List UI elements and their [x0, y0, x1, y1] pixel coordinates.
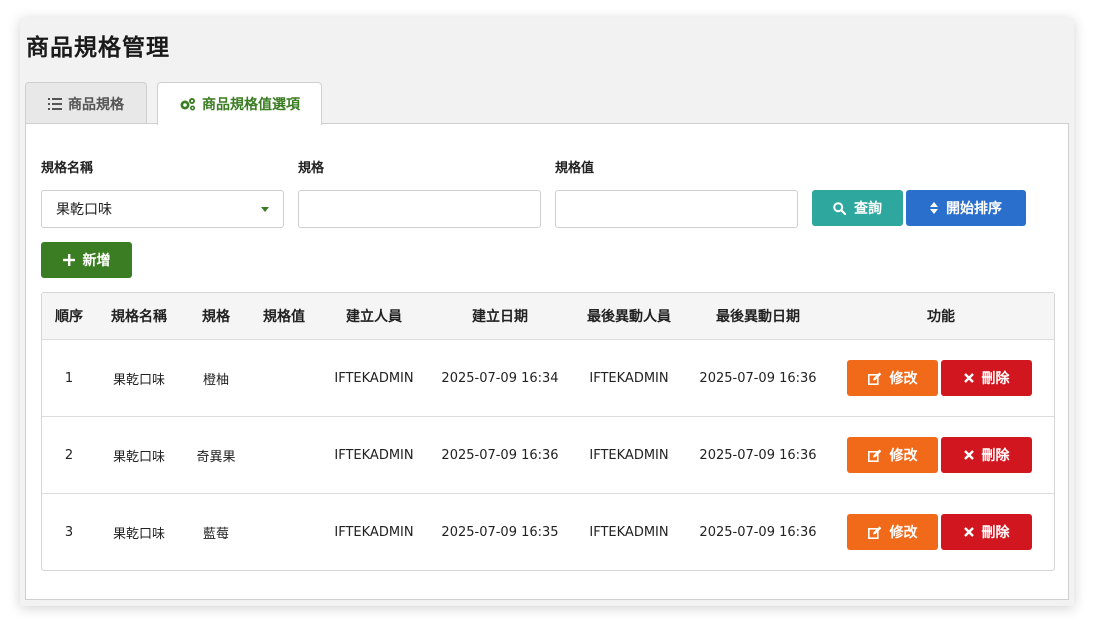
query-button[interactable]: 查詢 — [812, 190, 903, 226]
cell-order: 2 — [64, 447, 74, 463]
plus-icon — [62, 254, 75, 266]
table-header: 順序 規格名稱 規格 規格值 建立人員 建立日期 最後異動人員 最後異動日期 功… — [42, 293, 1054, 340]
sort-button[interactable]: 開始排序 — [906, 190, 1026, 226]
spec-name-select[interactable]: 果乾口味 — [41, 190, 284, 228]
table-row: 3 果乾口味 藍莓 IFTEKADMIN 2025-07-09 16:35 IF… — [42, 494, 1054, 570]
delete-button[interactable]: 刪除 — [941, 360, 1032, 396]
edit-button[interactable]: 修改 — [847, 360, 938, 396]
spec-name-selected: 果乾口味 — [56, 202, 112, 218]
cell-modifier: IFTEKADMIN — [589, 370, 669, 386]
cell-spec-name: 果乾口味 — [112, 372, 165, 388]
edit-icon — [867, 525, 882, 539]
cell-spec-value — [250, 417, 318, 493]
cell-modifier: IFTEKADMIN — [589, 447, 669, 463]
delete-label: 刪除 — [981, 525, 1010, 541]
query-label: 查詢 — [854, 201, 882, 217]
page-container: 商品規格管理 商品規格 商品規格值選項 規格名稱 規格 規格值 果乾口味 查詢 — [20, 18, 1074, 606]
cell-spec-value — [250, 340, 318, 416]
header-spec-name: 規格名稱 — [111, 309, 167, 325]
cell-spec: 橙柚 — [202, 372, 229, 388]
add-button[interactable]: 新增 — [41, 242, 132, 278]
spec-label: 規格 — [298, 161, 325, 176]
edit-button[interactable]: 修改 — [847, 437, 938, 473]
spec-value-input[interactable] — [555, 190, 798, 228]
edit-label: 修改 — [889, 371, 918, 387]
edit-label: 修改 — [889, 525, 918, 541]
spec-values-table: 順序 規格名稱 規格 規格值 建立人員 建立日期 最後異動人員 最後異動日期 功… — [41, 292, 1055, 571]
sort-icon — [930, 202, 938, 214]
cell-spec: 奇異果 — [196, 449, 236, 465]
cell-creator: IFTEKADMIN — [334, 525, 414, 540]
cell-modified-date: 2025-07-09 16:36 — [699, 370, 817, 386]
cell-order: 3 — [64, 525, 74, 540]
cell-order: 1 — [64, 370, 74, 386]
cell-creator: IFTEKADMIN — [334, 447, 414, 463]
spec-input[interactable] — [298, 190, 541, 228]
main-panel: 規格名稱 規格 規格值 果乾口味 查詢 開始排序 新增 順序 規格名稱 規格 規… — [25, 123, 1069, 600]
cell-spec-name: 果乾口味 — [112, 527, 165, 542]
header-order: 順序 — [55, 309, 83, 325]
close-icon — [963, 373, 974, 383]
close-icon — [963, 450, 974, 460]
edit-icon — [867, 448, 882, 462]
cogs-icon — [179, 97, 196, 111]
sort-label: 開始排序 — [946, 201, 1002, 217]
header-actions: 功能 — [927, 309, 955, 325]
edit-icon — [867, 371, 882, 385]
tab-spec-values[interactable]: 商品規格值選項 — [157, 82, 322, 125]
list-icon — [48, 97, 62, 110]
edit-label: 修改 — [889, 448, 918, 464]
table-row: 1 果乾口味 橙柚 IFTEKADMIN 2025-07-09 16:34 IF… — [42, 340, 1054, 417]
cell-creator: IFTEKADMIN — [334, 370, 414, 386]
cell-modifier: IFTEKADMIN — [589, 525, 669, 540]
header-created-date: 建立日期 — [472, 309, 528, 325]
search-icon — [833, 201, 846, 215]
page-title: 商品規格管理 — [26, 35, 170, 61]
cell-spec: 藍莓 — [202, 527, 229, 542]
header-creator: 建立人員 — [346, 309, 402, 325]
table-row: 2 果乾口味 奇異果 IFTEKADMIN 2025-07-09 16:36 I… — [42, 417, 1054, 494]
spec-value-label: 規格值 — [555, 161, 595, 176]
cell-created-date: 2025-07-09 16:36 — [441, 447, 559, 463]
cell-modified-date: 2025-07-09 16:36 — [699, 447, 817, 463]
spec-name-label: 規格名稱 — [41, 161, 94, 176]
header-modifier: 最後異動人員 — [587, 309, 671, 325]
tab-spec[interactable]: 商品規格 — [25, 82, 147, 124]
caret-down-icon — [261, 207, 269, 212]
cell-spec-value — [250, 494, 318, 570]
cell-modified-date: 2025-07-09 16:36 — [699, 525, 817, 540]
add-label: 新增 — [82, 253, 111, 269]
tab-spec-label: 商品規格 — [68, 96, 124, 113]
header-modified-date: 最後異動日期 — [716, 309, 800, 325]
header-spec: 規格 — [202, 309, 230, 325]
tab-spec-values-label: 商品規格值選項 — [202, 97, 300, 113]
delete-button[interactable]: 刪除 — [941, 514, 1032, 550]
close-icon — [963, 527, 974, 537]
edit-button[interactable]: 修改 — [847, 514, 938, 550]
cell-created-date: 2025-07-09 16:34 — [441, 370, 559, 386]
delete-button[interactable]: 刪除 — [941, 437, 1032, 473]
cell-created-date: 2025-07-09 16:35 — [441, 525, 559, 540]
header-spec-value: 規格值 — [263, 309, 305, 325]
delete-label: 刪除 — [981, 371, 1010, 387]
cell-spec-name: 果乾口味 — [112, 449, 165, 465]
delete-label: 刪除 — [981, 448, 1010, 464]
